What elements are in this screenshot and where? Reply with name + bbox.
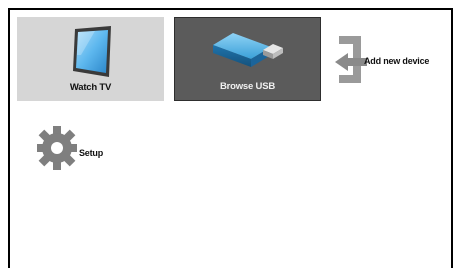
add-new-device-label: Add new device <box>364 56 430 66</box>
add-new-device-item[interactable]: Add new device <box>333 35 453 85</box>
tv-icon <box>73 26 111 77</box>
usb-drive-icon <box>213 33 283 67</box>
browse-usb-label: Browse USB <box>219 81 275 92</box>
watch-tv-label: Watch TV <box>69 82 112 93</box>
gear-icon <box>37 126 77 170</box>
setup-label: Setup <box>79 148 104 158</box>
browse-usb-tile[interactable]: Browse USB <box>174 17 321 101</box>
setup-item[interactable]: Setup <box>37 123 137 173</box>
watch-tv-tile[interactable]: Watch TV <box>17 17 164 101</box>
home-menu-screen: Watch TV Browse USB Add new device Setup <box>0 0 455 268</box>
